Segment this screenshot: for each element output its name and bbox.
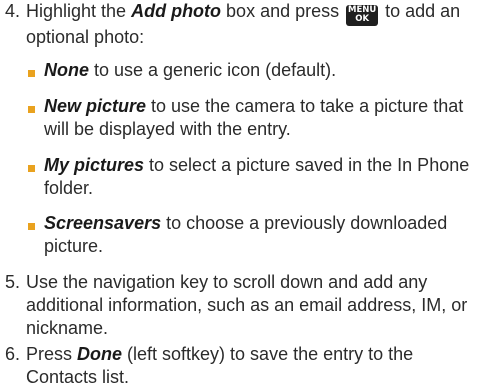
step-6: 6. Press Done (left softkey) to save the… bbox=[0, 343, 486, 389]
option-new-picture: New picture bbox=[44, 96, 147, 116]
option-none: None bbox=[44, 60, 89, 80]
option-screensavers: Screensavers bbox=[44, 213, 162, 233]
step-text: Press Done (left softkey) to save the en… bbox=[26, 343, 481, 389]
bullet-square-icon bbox=[28, 70, 35, 77]
list-item-text: My pictures to select a picture saved in… bbox=[44, 154, 481, 200]
list-item-text: New picture to use the camera to take a … bbox=[44, 95, 481, 141]
step-text: Use the navigation key to scroll down an… bbox=[26, 272, 468, 338]
bullet-square-icon bbox=[28, 106, 35, 113]
list-item-text: None to use a generic icon (default). bbox=[44, 59, 481, 82]
step-number: 5. bbox=[5, 272, 21, 292]
ok-key-label: OK bbox=[355, 14, 370, 24]
done-term: Done bbox=[77, 344, 123, 364]
step-text-part: Highlight the bbox=[26, 1, 132, 21]
step-text-part: box and press bbox=[221, 1, 345, 21]
list-item: New picture to use the camera to take a … bbox=[26, 95, 481, 141]
step-text-part: Press bbox=[26, 344, 78, 364]
step-5: 5. Use the navigation key to scroll down… bbox=[0, 271, 486, 340]
list-item-text: Screensavers to choose a previously down… bbox=[44, 212, 481, 258]
bullet-square-icon bbox=[28, 223, 35, 230]
list-item: Screensavers to choose a previously down… bbox=[26, 212, 481, 258]
step-number: 6. bbox=[5, 344, 21, 364]
step-number: 4. bbox=[5, 1, 21, 21]
step-text: Highlight the Add photo box and press ME… bbox=[26, 0, 481, 49]
bullet-square-icon bbox=[28, 165, 35, 172]
option-my-pictures: My pictures bbox=[44, 155, 145, 175]
list-item: None to use a generic icon (default). bbox=[26, 59, 481, 82]
option-description: to use a generic icon (default). bbox=[89, 60, 337, 80]
list-item: My pictures to select a picture saved in… bbox=[26, 154, 481, 200]
menu-ok-key-icon: MENU OK bbox=[346, 4, 379, 26]
step-4: 4. Highlight the Add photo box and press… bbox=[0, 0, 486, 49]
add-photo-term: Add photo bbox=[131, 1, 222, 21]
